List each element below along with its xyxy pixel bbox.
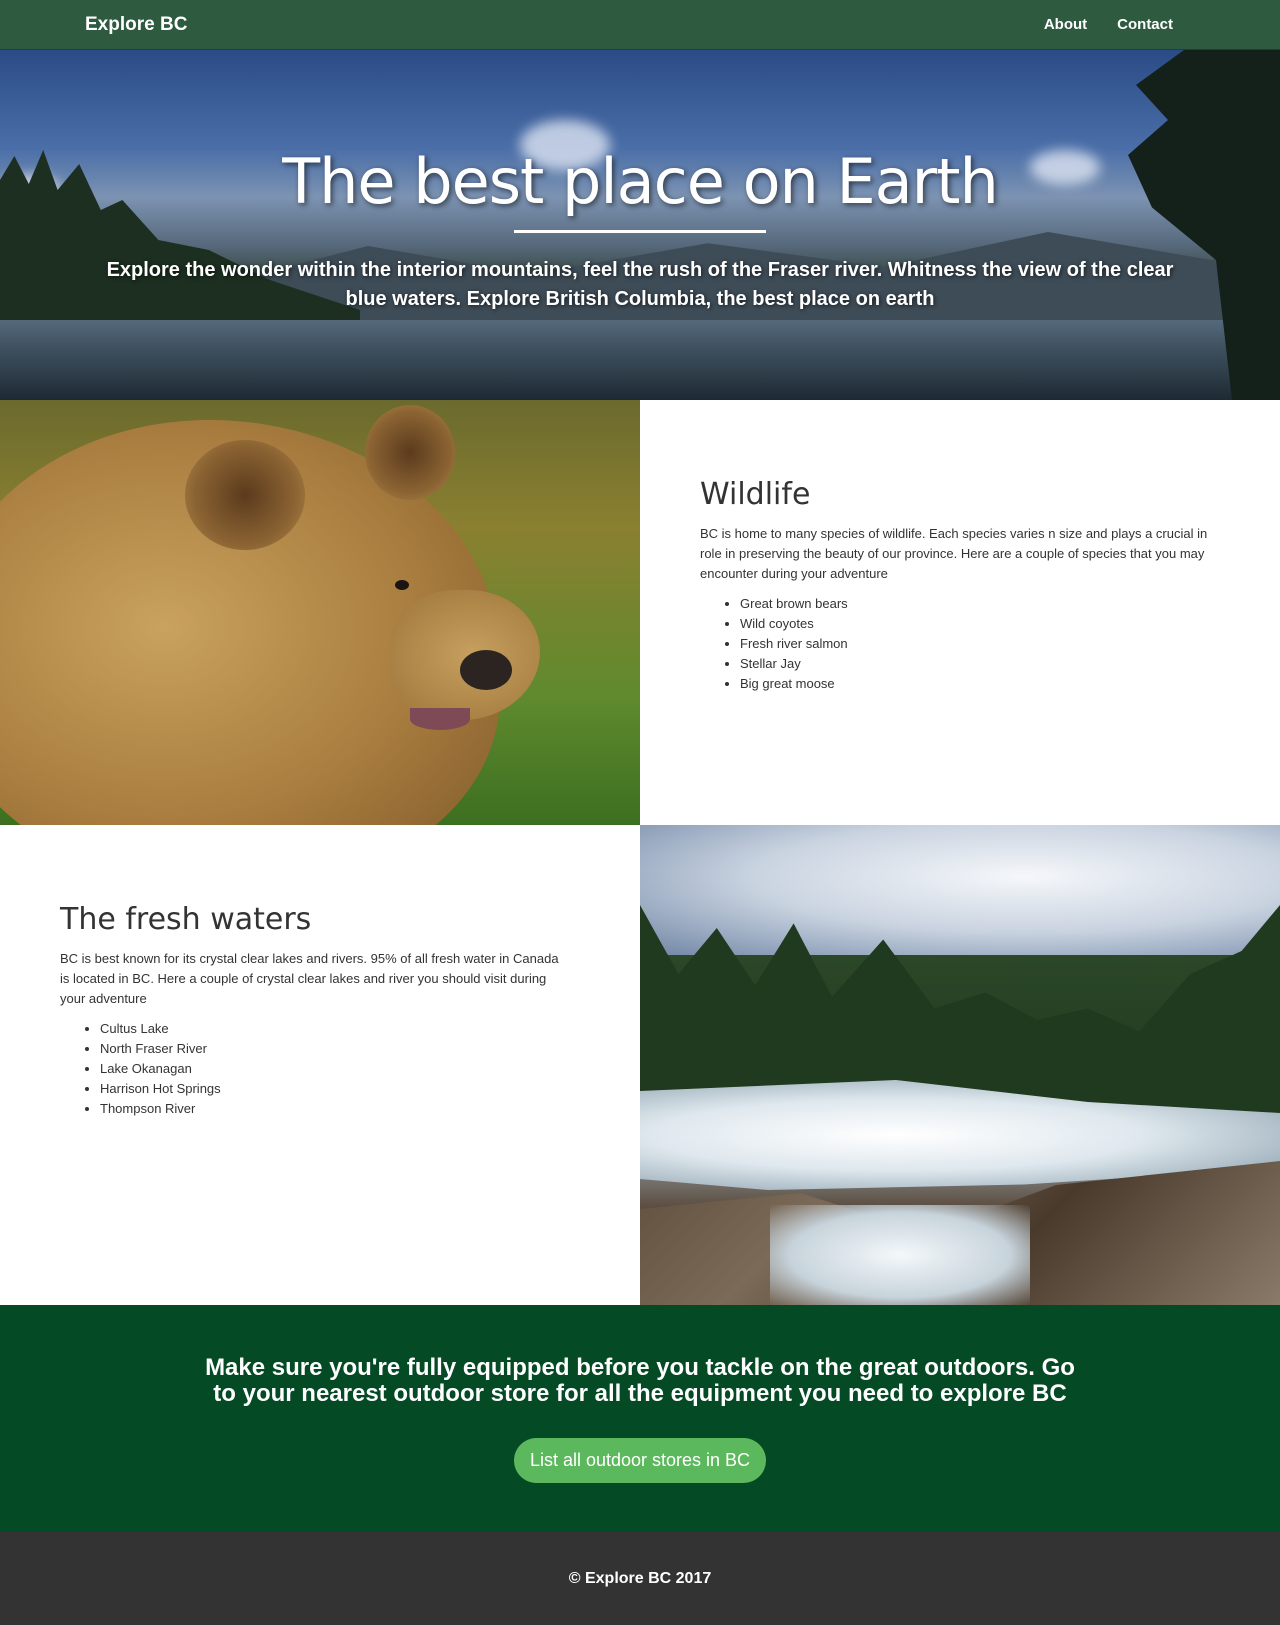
nav-link-about[interactable]: About <box>1044 16 1087 33</box>
nav-links: About Contact <box>1044 16 1173 33</box>
list-item: Fresh river salmon <box>740 634 848 654</box>
bear-eye <box>395 580 409 590</box>
river-image <box>640 825 1280 1305</box>
hero-title: The best place on Earth <box>282 145 999 218</box>
bear-mouth <box>410 708 470 730</box>
fresh-waters-title: The fresh waters <box>60 902 312 937</box>
list-item: Thompson River <box>100 1099 221 1119</box>
hero-subtitle: Explore the wonder within the interior m… <box>106 259 1174 310</box>
list-item: Stellar Jay <box>740 654 848 674</box>
wildlife-section: Wildlife BC is home to many species of w… <box>640 400 1280 825</box>
wildlife-description: BC is home to many species of wildlife. … <box>700 526 1208 581</box>
list-item: Cultus Lake <box>100 1019 221 1039</box>
bear-ear <box>365 405 455 500</box>
bear-snout <box>390 590 540 720</box>
nav-link-contact[interactable]: Contact <box>1117 16 1173 33</box>
navbar: Explore BC About Contact <box>0 0 1280 50</box>
bear-image <box>0 400 640 825</box>
river-sky <box>640 825 1280 955</box>
hero-section: The best place on Earth Explore the wond… <box>0 50 1280 400</box>
fresh-waters-description: BC is best known for its crystal clear l… <box>60 951 559 1006</box>
footer-copyright: © Explore BC 2017 <box>568 1570 712 1587</box>
hero-divider <box>514 230 766 233</box>
list-item: Harrison Hot Springs <box>100 1079 221 1099</box>
cta-section: Make sure you're fully equipped before y… <box>0 1305 1280 1532</box>
list-item: Lake Okanagan <box>100 1059 221 1079</box>
fresh-waters-section: The fresh waters BC is best known for it… <box>0 825 640 1305</box>
bear-nose <box>460 650 512 690</box>
footer: © Explore BC 2017 <box>0 1532 1280 1625</box>
list-stores-button[interactable]: List all outdoor stores in BC <box>514 1438 766 1483</box>
list-item: North Fraser River <box>100 1039 221 1059</box>
hero-content: The best place on Earth Explore the wond… <box>0 50 1280 400</box>
cta-text: Make sure you're fully equipped before y… <box>205 1354 1075 1407</box>
list-item: Big great moose <box>740 674 848 694</box>
river-foam <box>770 1205 1030 1305</box>
wildlife-list: Great brown bears Wild coyotes Fresh riv… <box>700 594 848 694</box>
bear-ear <box>185 440 305 550</box>
list-item: Great brown bears <box>740 594 848 614</box>
wildlife-title: Wildlife <box>700 477 811 512</box>
brand-link[interactable]: Explore BC <box>85 14 187 36</box>
list-item: Wild coyotes <box>740 614 848 634</box>
fresh-waters-list: Cultus Lake North Fraser River Lake Okan… <box>60 1019 221 1119</box>
